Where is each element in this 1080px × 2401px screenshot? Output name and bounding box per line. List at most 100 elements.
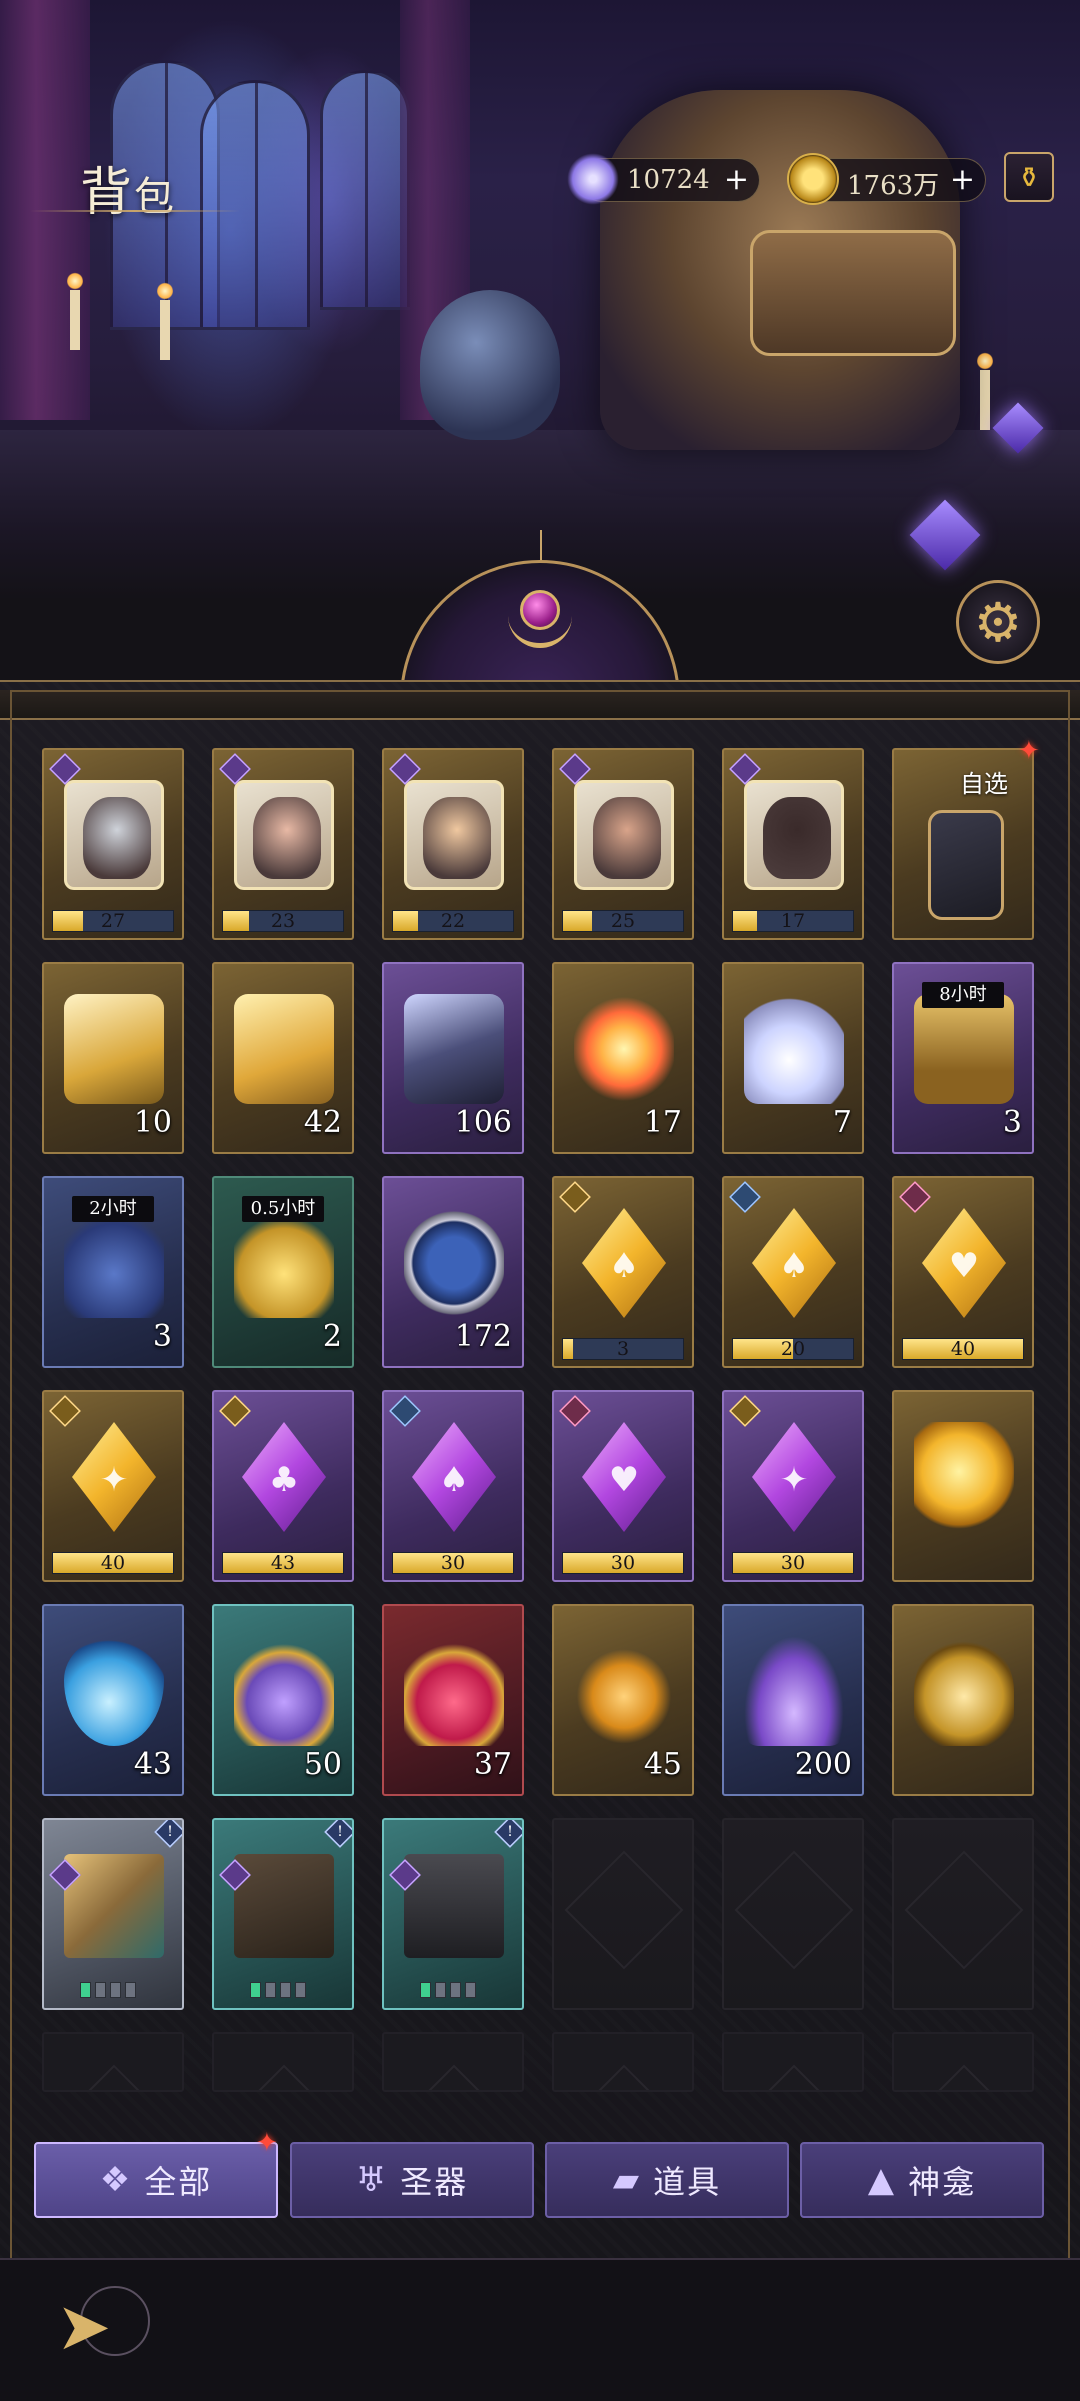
- inventory-item[interactable]: 2小时 3: [42, 1176, 184, 1368]
- item-count: 50: [303, 1747, 342, 1782]
- currency-star-crystal[interactable]: 10724 +: [567, 153, 760, 205]
- inventory-item[interactable]: 0.5小时 2: [212, 1176, 354, 1368]
- emblem-orb-icon: [520, 590, 560, 630]
- inventory-item[interactable]: 27: [42, 748, 184, 940]
- inventory-item[interactable]: 200: [722, 1604, 864, 1796]
- shop-button[interactable]: ⚱: [1004, 152, 1054, 202]
- item-count: 2: [322, 1319, 342, 1354]
- tab-items[interactable]: ▰ 道具: [545, 2142, 789, 2218]
- star-crystal-icon: [567, 153, 619, 205]
- inventory-item[interactable]: [892, 1390, 1034, 1582]
- inventory-item[interactable]: 自选: [892, 748, 1034, 940]
- inventory-item[interactable]: 17: [552, 962, 694, 1154]
- inventory-item[interactable]: !: [382, 1818, 524, 2010]
- tab-shrine[interactable]: ▲ 神龛: [800, 2142, 1044, 2218]
- fragment-count: 27: [100, 910, 126, 932]
- inventory-item[interactable]: ✦ 40: [42, 1390, 184, 1582]
- rarity-badge-icon: [559, 1395, 591, 1427]
- character-portrait: [83, 797, 151, 879]
- door-icon: [404, 1854, 504, 1958]
- inventory-item[interactable]: 23: [212, 748, 354, 940]
- inventory-item[interactable]: 50: [212, 1604, 354, 1796]
- item-count: 42: [303, 1105, 342, 1140]
- rarity-badge-icon: [729, 1395, 761, 1427]
- add-gold-button[interactable]: +: [950, 163, 975, 197]
- page-title-main: 背: [80, 163, 135, 223]
- item-count: 200: [794, 1747, 852, 1782]
- fragment-count: 30: [440, 1552, 466, 1574]
- inventory-item[interactable]: 43: [42, 1604, 184, 1796]
- item-count: 3: [1002, 1105, 1022, 1140]
- item-count: 43: [133, 1747, 172, 1782]
- slot-pip: [95, 1982, 106, 1998]
- inventory-item[interactable]: ♣ 43: [212, 1390, 354, 1582]
- fragment-progress-bar: 30: [392, 1552, 514, 1574]
- inventory-item[interactable]: ♥ 30: [552, 1390, 694, 1582]
- inventory-item[interactable]: 106: [382, 962, 524, 1154]
- inventory-item[interactable]: 42: [212, 962, 354, 1154]
- inventory-item[interactable]: ♠ 30: [382, 1390, 524, 1582]
- portrait-puzzle-icon: [64, 780, 164, 890]
- backpack-illustration: [600, 90, 960, 450]
- tab-artifacts[interactable]: ♅ 圣器: [290, 2142, 534, 2218]
- rarity-badge-icon: [389, 1395, 421, 1427]
- grid-icon: ❖: [99, 2160, 131, 2200]
- dark-feather-icon: [404, 994, 504, 1104]
- inventory-item[interactable]: 7: [722, 962, 864, 1154]
- slot-pip: [465, 1982, 476, 1998]
- tab-all[interactable]: ❖ 全部: [34, 2142, 278, 2218]
- telescope-icon: [64, 1854, 164, 1958]
- item-count: 37: [473, 1747, 512, 1782]
- violet-gem-icon: ♥: [582, 1422, 666, 1532]
- item-timer: 0.5小时: [242, 1196, 324, 1222]
- candle-decoration: [977, 352, 993, 430]
- fragment-count: 25: [610, 910, 636, 932]
- settings-button[interactable]: ⚙: [956, 580, 1040, 664]
- inventory-item[interactable]: 8小时 3: [892, 962, 1034, 1154]
- window-decoration: [200, 80, 310, 330]
- inventory-item[interactable]: 17: [722, 748, 864, 940]
- fragment-progress-bar: 3: [562, 1338, 684, 1360]
- add-star-crystal-button[interactable]: +: [724, 163, 749, 197]
- currency-gold[interactable]: 1763万 +: [787, 153, 986, 205]
- gear-icon: ⚙: [973, 590, 1023, 654]
- currency-star-crystal-value: 10724: [627, 165, 710, 195]
- title-underline: [30, 210, 240, 212]
- inventory-item[interactable]: 22: [382, 748, 524, 940]
- panel-top-rail: [0, 690, 1080, 720]
- violet-gem-icon: ♠: [412, 1422, 496, 1532]
- inventory-item[interactable]: 25: [552, 748, 694, 940]
- inventory-item[interactable]: ♠ 20: [722, 1176, 864, 1368]
- violet-gem-icon: ♣: [242, 1422, 326, 1532]
- gem-symbol-icon: ♣: [268, 1460, 300, 1500]
- currency-gold-value: 1763万: [847, 171, 940, 201]
- inventory-item[interactable]: 10: [42, 962, 184, 1154]
- inventory-item[interactable]: 172: [382, 1176, 524, 1368]
- slot-pip: [295, 1982, 306, 1998]
- inventory-item[interactable]: ♥ 40: [892, 1176, 1034, 1368]
- yellow-gem-icon: ♥: [922, 1208, 1006, 1318]
- inventory-item[interactable]: !: [42, 1818, 184, 2010]
- rarity-badge-icon: [219, 1395, 251, 1427]
- inventory-item[interactable]: 37: [382, 1604, 524, 1796]
- back-button[interactable]: ➤: [56, 2280, 156, 2380]
- inventory-item[interactable]: 45: [552, 1604, 694, 1796]
- selectable-card-icon: [928, 810, 1004, 920]
- inventory-item[interactable]: ✦ 30: [722, 1390, 864, 1582]
- gem-symbol-icon: ✦: [99, 1460, 129, 1500]
- page-title: 背包: [80, 150, 176, 225]
- upgrade-slots: [420, 1982, 476, 1998]
- page-title-secondary: 包: [134, 174, 177, 220]
- window-decoration: [320, 70, 410, 310]
- exchange-token-icon: [404, 1208, 504, 1318]
- inventory-item[interactable]: ♠ 3: [552, 1176, 694, 1368]
- gem-symbol-icon: ✦: [779, 1460, 809, 1500]
- inventory-item[interactable]: [892, 1604, 1034, 1796]
- fragment-count: 17: [780, 910, 806, 932]
- inventory-item[interactable]: !: [212, 1818, 354, 2010]
- water-drop-icon: [64, 1636, 164, 1746]
- info-badge-icon: !: [154, 1820, 182, 1848]
- item-count: 7: [832, 1105, 852, 1140]
- fragment-progress-bar: 40: [52, 1552, 174, 1574]
- fragment-progress-bar: 20: [732, 1338, 854, 1360]
